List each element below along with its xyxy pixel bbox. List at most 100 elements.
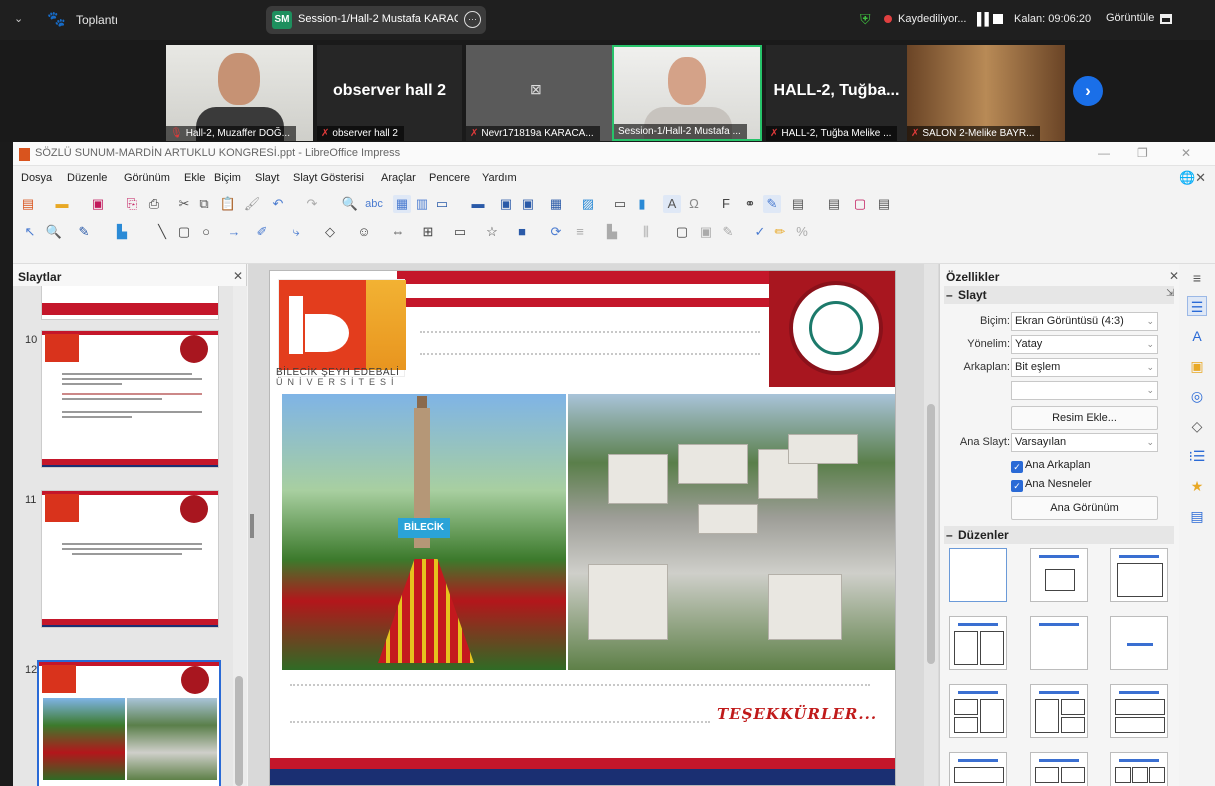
next-page-arrow-icon[interactable]: › — [1073, 76, 1103, 106]
delete-slide-icon[interactable]: ▢ — [851, 195, 869, 213]
start-current-slide-icon[interactable]: ▣ — [497, 195, 515, 213]
participant-tile[interactable]: ✗ SALON 2-Melike BAYR... — [907, 45, 1065, 141]
align-icon[interactable]: ≡ — [571, 223, 589, 241]
properties-tab-icon[interactable]: ☰ — [1187, 296, 1207, 316]
rotate-icon[interactable]: ⟳ — [547, 223, 565, 241]
layout-title-content-and-2-content[interactable] — [1030, 684, 1088, 738]
shapes-tab-icon[interactable]: ◇ — [1187, 416, 1207, 436]
fontwork-icon[interactable]: F — [717, 195, 735, 213]
new-document-icon[interactable]: ▤ — [19, 195, 37, 213]
find-replace-icon[interactable]: 🔍 — [341, 195, 359, 213]
copy-icon[interactable]: ⧉ — [195, 195, 213, 213]
menu-dosya[interactable]: Dosya — [21, 172, 52, 184]
layout-title-2-content[interactable] — [949, 616, 1007, 670]
grid-icon[interactable]: ▦ — [393, 195, 411, 213]
open-folder-icon[interactable]: ▬ — [53, 195, 71, 213]
language-globe-icon[interactable]: 🌐✕ — [1179, 170, 1206, 186]
spellcheck-icon[interactable]: abc — [365, 195, 383, 213]
participant-tile[interactable]: 🎙 Hall-2, Muzaffer DOĞ... — [166, 45, 313, 141]
connector-icon[interactable]: ⤷ — [287, 223, 305, 241]
menu-araclar[interactable]: Araçlar — [381, 172, 416, 184]
line-color-icon[interactable]: ✎ — [75, 223, 93, 241]
insert-image-button[interactable]: Resim Ekle... — [1011, 406, 1158, 430]
table-icon[interactable]: ▦ — [547, 195, 565, 213]
background-select[interactable]: Bit eşlem ⌄ — [1011, 358, 1158, 377]
master-slides-tab-icon[interactable]: ▤ — [1187, 506, 1207, 526]
section-layouts-header[interactable]: Düzenler — [944, 526, 1174, 544]
format-select[interactable]: Ekran Görüntüsü (4:3) ⌄ — [1011, 312, 1158, 331]
callouts-icon[interactable]: ▭ — [451, 223, 469, 241]
stop-recording-icon[interactable] — [993, 14, 1003, 24]
close-pane-icon[interactable]: ✕ — [233, 269, 243, 283]
slide-layout-icon[interactable]: ▤ — [875, 195, 893, 213]
curve-icon[interactable]: ✐ — [253, 223, 271, 241]
cut-icon[interactable]: ✂ — [175, 195, 193, 213]
symbol-shapes-icon[interactable]: ☺ — [355, 223, 373, 241]
navigator-tab-icon[interactable]: ◎ — [1187, 386, 1207, 406]
close-sidebar-icon[interactable]: ✕ — [1169, 269, 1179, 283]
filter-icon[interactable]: ✎ — [719, 223, 737, 241]
special-character-icon[interactable]: Ω — [685, 195, 703, 213]
slide-vertical-scrollbar[interactable] — [924, 264, 938, 786]
clone-format-icon[interactable]: 🖌 — [243, 195, 261, 213]
scroll-thumb[interactable] — [927, 404, 935, 664]
master-background-checkbox[interactable]: ✓ Ana Arkaplan — [1011, 459, 1090, 473]
background-image-select[interactable]: ⌄ — [1011, 381, 1158, 400]
hyperlink-icon[interactable]: ⚭ — [741, 195, 759, 213]
chart-icon[interactable]: ▮ — [633, 195, 651, 213]
print-icon[interactable]: ⎙ — [145, 195, 163, 213]
header-footer-icon[interactable]: ▤ — [789, 195, 807, 213]
layout-title-2-content-and-content[interactable] — [949, 684, 1007, 738]
menu-ekle[interactable]: Ekle — [184, 172, 205, 184]
fill-color-icon[interactable]: ▙ — [113, 223, 131, 241]
pause-recording-icon[interactable]: ▌▌ — [977, 12, 993, 26]
3d-objects-icon[interactable]: ■ — [513, 223, 531, 241]
layout-title-2-content-over-content[interactable] — [1110, 684, 1168, 738]
layout-title-6-content[interactable] — [1110, 752, 1168, 786]
pane-resize-handle[interactable] — [250, 514, 254, 538]
master-view-button[interactable]: Ana Görünüm — [1011, 496, 1158, 520]
image-icon[interactable]: ▨ — [579, 195, 597, 213]
gallery-tab-icon[interactable]: ▣ — [1187, 356, 1207, 376]
master-slide-select[interactable]: Varsayılan ⌄ — [1011, 433, 1158, 452]
view-button[interactable]: Görüntüle — [1106, 12, 1154, 24]
toggle-extrusion-icon[interactable]: % — [793, 223, 811, 241]
collapse-chevron-icon[interactable]: ⌄ — [14, 12, 23, 25]
slide-thumbnail-selected[interactable] — [37, 660, 221, 786]
show-draw-functions-icon[interactable]: ✎ — [763, 195, 781, 213]
basic-shapes-icon[interactable]: ◇ — [321, 223, 339, 241]
glue-points-icon[interactable]: ✏ — [771, 223, 789, 241]
close-window-icon[interactable]: ✕ — [1181, 146, 1191, 160]
text-box-icon[interactable]: A — [663, 195, 681, 213]
restore-icon[interactable]: ❐ — [1137, 146, 1148, 160]
participant-tile[interactable]: ⊠ ✗ Nevr171819a KARACA... — [466, 45, 612, 141]
security-shield-icon[interactable]: ⛨ — [860, 11, 871, 28]
master-objects-checkbox[interactable]: ✓ Ana Nesneler — [1011, 478, 1092, 492]
redo-icon[interactable]: ↷ — [303, 195, 321, 213]
new-slide-icon[interactable]: ▤ — [825, 195, 843, 213]
undo-icon[interactable]: ↶ — [269, 195, 287, 213]
points-icon[interactable]: ✓ — [751, 223, 769, 241]
participant-tile[interactable]: HALL-2, Tuğba... ✗ HALL-2, Tuğba Melike .… — [766, 45, 907, 141]
block-arrows-icon[interactable]: ⇔ — [389, 223, 407, 241]
participant-tile[interactable]: observer hall 2 ✗ observer hall 2 — [317, 45, 462, 141]
current-slide[interactable]: BİLECİK ŞEYH EDEBALİ ÜNİVERSİTESİ BİLECİ… — [269, 270, 896, 786]
select-arrow-icon[interactable]: ↖ — [21, 223, 39, 241]
arrow-line-icon[interactable]: → — [225, 223, 243, 241]
start-first-slide-icon[interactable]: ▬ — [469, 195, 487, 213]
rectangle-icon[interactable]: ▢ — [175, 223, 193, 241]
zoom-icon[interactable]: 🔍 — [45, 223, 63, 241]
section-slide-header[interactable]: Slayt — [944, 286, 1174, 304]
shadow-icon[interactable]: ▢ — [673, 223, 691, 241]
display-views-icon[interactable]: ▥ — [413, 195, 431, 213]
sidebar-menu-icon[interactable]: ≡ — [1187, 268, 1207, 288]
participant-tile-active-speaker[interactable]: Session-1/Hall-2 Mustafa ... — [612, 45, 762, 141]
layout-title-only[interactable] — [1030, 616, 1088, 670]
slide-thumbnail[interactable] — [41, 330, 219, 468]
start-show-icon[interactable]: ▣ — [519, 195, 537, 213]
layout-title-4-content[interactable] — [949, 752, 1007, 786]
ellipse-icon[interactable]: ○ — [197, 223, 215, 241]
flowchart-icon[interactable]: ⊞ — [419, 223, 437, 241]
more-options-icon[interactable]: ··· — [464, 11, 481, 28]
arrange-icon[interactable]: ▙ — [603, 223, 621, 241]
